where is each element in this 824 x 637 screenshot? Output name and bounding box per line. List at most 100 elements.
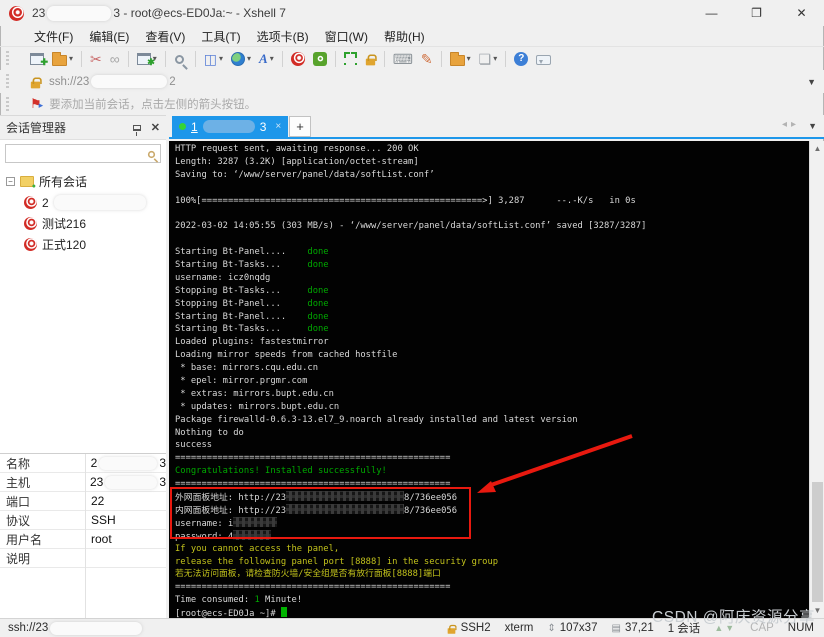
xftp-transfer-button[interactable] (309, 49, 331, 69)
session-shell-icon (24, 196, 37, 209)
dropdown-caret-icon[interactable]: ▾ (270, 54, 274, 63)
terminal[interactable]: HTTP request sent, awaiting response... … (169, 141, 824, 619)
help-button[interactable]: ? (510, 49, 532, 69)
open-session-folder-button[interactable]: ▾ (48, 49, 77, 69)
feedback-icon (536, 54, 552, 65)
redacted-title-blur (47, 5, 112, 21)
new-folder-icon (449, 51, 465, 66)
dropdown-caret-icon[interactable]: ▾ (467, 54, 471, 63)
toolbar-separator (127, 50, 129, 67)
highlight-pen-button[interactable]: ✎ (417, 49, 437, 69)
xshell-window: 23 3 - root@ecs-ED0Ja:~ - Xshell 7 — ❐ ✕… (0, 0, 824, 637)
compose-pane-button[interactable]: ◫ ▾ (200, 49, 227, 69)
reconnect-button[interactable]: ∞ (106, 49, 124, 69)
xftp-transfer-icon (312, 51, 327, 66)
folder-icon (20, 176, 36, 190)
info-hint-text: 要添加当前会话，点击左侧的箭头按钮。 (49, 99, 257, 111)
font-button[interactable]: A ▾ (255, 49, 278, 69)
menu-item-2[interactable]: 编辑(E) (81, 26, 137, 47)
property-row-3: 端口 22 (0, 492, 166, 511)
property-row-4: 协议 SSH (0, 511, 166, 530)
session-tree: − 所有会话 2 测试216 正式120 (0, 167, 166, 475)
session-item-1[interactable]: 2 (0, 192, 166, 213)
redacted-tab-blur (202, 120, 255, 133)
dropdown-caret-icon[interactable]: ▾ (493, 54, 497, 63)
cursor-position-icon: ▤ (611, 622, 621, 634)
session-label: 2 (42, 195, 49, 210)
maximize-button[interactable]: ❐ (734, 0, 779, 26)
menu-item-4[interactable]: 工具(T) (193, 26, 248, 47)
menu-item-3[interactable]: 查看(V) (137, 26, 193, 47)
toolbar-separator (440, 50, 442, 67)
feedback-button[interactable] (532, 49, 555, 69)
tile-windows-button[interactable]: ❏ ▾ (475, 49, 502, 69)
tree-expander-icon[interactable]: − (6, 177, 15, 186)
new-session-button[interactable]: ✚ (26, 49, 48, 69)
session-search-input[interactable] (5, 144, 161, 163)
encoding-globe-button[interactable]: ▾ (227, 49, 255, 69)
tab-list-caret[interactable]: ▼ (808, 121, 817, 131)
search-icon (147, 150, 156, 158)
xshell-button[interactable] (287, 49, 309, 69)
session-label: 测试216 (42, 217, 87, 231)
info-bar-gripper[interactable] (6, 97, 9, 111)
session-properties-grid: 名称 2 3 主机 23 3 端口 22 协议 SSH 用户名 root 说明 (0, 453, 166, 619)
terminal-scrollbar[interactable]: ▲ ▼ (809, 141, 824, 618)
status-terminal-size: ⇕ 107x37 (547, 622, 598, 634)
redacted-property-blur (105, 475, 158, 489)
status-ssh-version: SSH2 (446, 621, 491, 635)
property-label: 协议 (6, 513, 31, 528)
ssh-lock-icon (447, 624, 457, 634)
address-url[interactable]: ssh://23 2 (49, 75, 176, 88)
bookmark-flag-icon: ⚑▸ (30, 96, 44, 111)
menu-item-7[interactable]: 帮助(H) (376, 26, 433, 47)
session-properties-button[interactable]: ✱ ▾ (133, 49, 161, 69)
property-label: 用户名 (6, 532, 43, 547)
redacted-status-blur (50, 621, 143, 635)
toolbar-separator (383, 50, 385, 67)
property-label: 端口 (6, 494, 31, 509)
property-row-2: 主机 23 3 (0, 473, 166, 492)
address-bar[interactable]: ssh://23 2 ▼ (0, 70, 824, 93)
address-dropdown-caret[interactable]: ▼ (807, 77, 816, 87)
dropdown-caret-icon[interactable]: ▾ (69, 54, 73, 63)
tab-bar: 1 3 × + ◂▸ ▼ (169, 115, 824, 139)
property-value: root (91, 532, 112, 546)
new-folder-button[interactable]: ▾ (446, 49, 475, 69)
fullscreen-button[interactable] (340, 49, 361, 69)
new-tab-button[interactable]: + (289, 116, 311, 137)
find-button[interactable] (170, 49, 191, 69)
dropdown-caret-icon[interactable]: ▾ (219, 54, 223, 63)
scrollbar-thumb[interactable] (812, 482, 823, 602)
virtual-keyboard-button[interactable]: ⌨ (389, 49, 417, 69)
session-manager-panel: 会话管理器 ✕ − 所有会话 2 测试216 正式120 名称 23 主机 233 端口 22… (0, 115, 166, 619)
address-bar-gripper[interactable] (6, 74, 9, 89)
session-item-3[interactable]: 正式120 (0, 234, 166, 255)
title-bar[interactable]: 23 3 - root@ecs-ED0Ja:~ - Xshell 7 — ❐ ✕ (0, 0, 824, 26)
tab-close-icon[interactable]: × (275, 121, 281, 132)
new-session-icon: ✚ (30, 52, 48, 67)
property-value: 22 (91, 494, 105, 508)
disconnect-button[interactable]: ✂ (86, 49, 106, 69)
panel-close-icon[interactable]: ✕ (151, 121, 160, 134)
encoding-globe-icon (231, 51, 245, 66)
minimize-button[interactable]: — (689, 0, 734, 26)
session-shell-icon (24, 217, 37, 230)
tab-session-active[interactable]: 1 3 × (172, 116, 289, 137)
toolbar: ✚ ▾ ✂ ∞ ✱ ▾ ◫ ▾ ▾ A ▾ ⌨ ✎ ▾ ❏ ▾? (0, 47, 824, 70)
menu-item-5[interactable]: 选项卡(B) (249, 26, 317, 47)
toolbar-gripper[interactable] (6, 51, 9, 66)
tab-scroll-arrows[interactable]: ◂▸ (782, 119, 800, 130)
lock-screen-button[interactable] (361, 49, 380, 69)
session-item-2[interactable]: 测试216 (0, 213, 166, 234)
menu-item-1[interactable]: 文件(F) (26, 26, 81, 47)
close-button[interactable]: ✕ (779, 0, 824, 26)
menu-item-6[interactable]: 窗口(W) (317, 26, 376, 47)
dropdown-caret-icon[interactable]: ▾ (247, 54, 251, 63)
annotation-red-arrow (477, 434, 633, 493)
scroll-up-icon[interactable]: ▲ (810, 144, 824, 153)
resize-icon: ⇕ (547, 622, 556, 634)
tree-root-all-sessions[interactable]: − 所有会话 (0, 171, 166, 192)
pin-icon[interactable] (132, 124, 141, 136)
property-value: 23 3 (89, 475, 166, 489)
